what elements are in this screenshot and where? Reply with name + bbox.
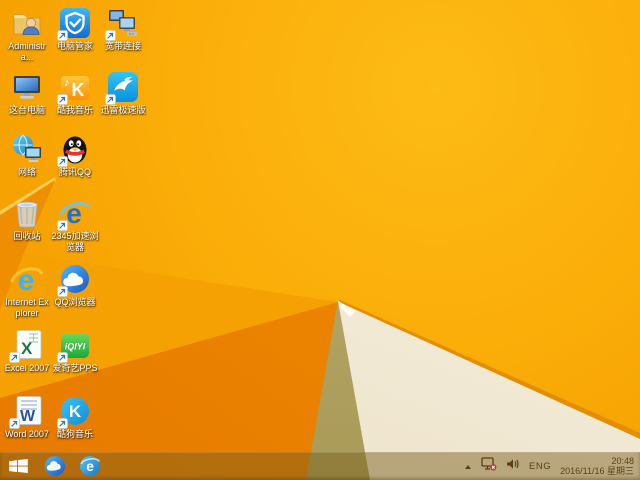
shortcut-arrow-icon (57, 418, 68, 429)
iqiyi-icon: iQIYI (57, 328, 92, 363)
svg-text:iQIYI: iQIYI (65, 342, 86, 352)
icon-label: 这台电脑 (8, 105, 45, 115)
icon-label: QQ浏览器 (54, 297, 96, 307)
shield-check-icon (57, 6, 92, 41)
shortcut-arrow-icon (57, 94, 68, 105)
icon-label: 迅雷极速版 (100, 105, 146, 115)
svg-text:W: W (20, 408, 36, 425)
word-icon: W (9, 394, 44, 429)
taskbar-pinned-apps: e (44, 455, 101, 477)
icon-label: Excel 2007 (4, 363, 50, 373)
excel-icon: X (9, 328, 44, 363)
clock-date: 2016/11/16 星期三 (560, 466, 634, 476)
icon-label: 爱奇艺PPS (52, 363, 98, 373)
shortcut-arrow-icon (105, 94, 116, 105)
desktop: Administra... 这台电脑 网络 回收站 e Internet Exp… (0, 0, 640, 480)
shortcut-arrow-icon (9, 352, 20, 363)
icon-label: Administra... (8, 41, 46, 62)
desktop-icon-administrator[interactable]: Administra... (3, 6, 51, 63)
music-box-icon: K ♪ (57, 70, 92, 105)
icon-label: Internet Explorer (5, 297, 49, 318)
shortcut-arrow-icon (57, 156, 68, 167)
desktop-icon-internet-explorer[interactable]: e Internet Explorer (3, 262, 51, 319)
user-folder-icon (10, 6, 44, 40)
desktop-icon-iqiyi-pps[interactable]: iQIYI 爱奇艺PPS (51, 328, 99, 374)
svg-text:X: X (21, 339, 33, 358)
shortcut-arrow-icon (57, 220, 68, 231)
network-disconnected-icon[interactable] (481, 456, 497, 476)
show-hidden-icons-button[interactable] (464, 457, 472, 475)
desktop-icon-pc-manager[interactable]: 电脑管家 (51, 6, 99, 52)
icon-label: 腾讯QQ (58, 167, 91, 177)
desktop-icon-tencent-qq[interactable]: 腾讯QQ (51, 132, 99, 178)
desktop-icon-this-pc[interactable]: 这台电脑 (3, 70, 51, 116)
shortcut-arrow-icon (57, 30, 68, 41)
blue-globe-cloud-icon (57, 262, 92, 297)
desktop-icon-excel-2007[interactable]: X Excel 2007 (3, 328, 51, 374)
icon-label: 网络 (17, 167, 36, 177)
internet-explorer-icon: e (10, 262, 44, 296)
globe-network-icon (10, 132, 44, 166)
desktop-icon-qq-browser[interactable]: QQ浏览器 (51, 262, 99, 308)
shortcut-arrow-icon (57, 352, 68, 363)
volume-icon[interactable] (506, 457, 520, 475)
shortcut-arrow-icon (105, 30, 116, 41)
desktop-icon-broadband[interactable]: 宽带连接 (99, 6, 147, 52)
svg-text:e: e (86, 458, 94, 474)
shortcut-arrow-icon (57, 286, 68, 297)
clock-time: 20:48 (611, 455, 634, 466)
computer-icon (10, 70, 44, 104)
system-tray: ENG 20:48 2016/11/16 星期三 (464, 456, 640, 477)
svg-text:K: K (72, 80, 85, 100)
broadband-computers-icon (105, 6, 140, 41)
hummingbird-icon (105, 70, 140, 105)
kugou-k-icon: K (57, 394, 92, 429)
icon-label: 酷我音乐 (56, 105, 93, 115)
browser-e-icon: e (57, 196, 92, 231)
desktop-icon-kuwo-music[interactable]: K ♪ 酷我音乐 (51, 70, 99, 116)
desktop-icon-word-2007[interactable]: W Word 2007 (3, 394, 51, 440)
taskbar-qq-browser-icon[interactable] (44, 455, 66, 477)
start-button[interactable] (0, 452, 36, 480)
icon-label: Word 2007 (5, 429, 49, 439)
icon-label: 酷狗音乐 (56, 429, 93, 439)
icon-label: 2345加速浏览器 (51, 231, 99, 252)
icon-label: 电脑管家 (56, 41, 93, 51)
icon-label: 宽带连接 (104, 41, 141, 51)
windows-logo-icon (8, 459, 28, 473)
taskbar: e ENG 20:48 2016/11/16 星期三 (0, 452, 640, 480)
desktop-icon-xunlei[interactable]: 迅雷极速版 (99, 70, 147, 116)
desktop-icon-network[interactable]: 网络 (3, 132, 51, 178)
icon-label: 回收站 (13, 231, 41, 241)
shortcut-arrow-icon (9, 418, 20, 429)
desktop-icon-recycle-bin[interactable]: 回收站 (3, 196, 51, 242)
penguin-icon (57, 132, 92, 167)
taskbar-internet-explorer-icon[interactable]: e (79, 455, 101, 477)
desktop-icon-2345-browser[interactable]: e 2345加速浏览器 (51, 196, 99, 253)
svg-text:K: K (69, 402, 82, 421)
desktop-icon-kugou-music[interactable]: K 酷狗音乐 (51, 394, 99, 440)
svg-text:♪: ♪ (64, 77, 70, 89)
recycle-bin-icon (10, 196, 44, 230)
language-indicator[interactable]: ENG (529, 461, 551, 472)
clock[interactable]: 20:48 2016/11/16 星期三 (560, 456, 634, 477)
